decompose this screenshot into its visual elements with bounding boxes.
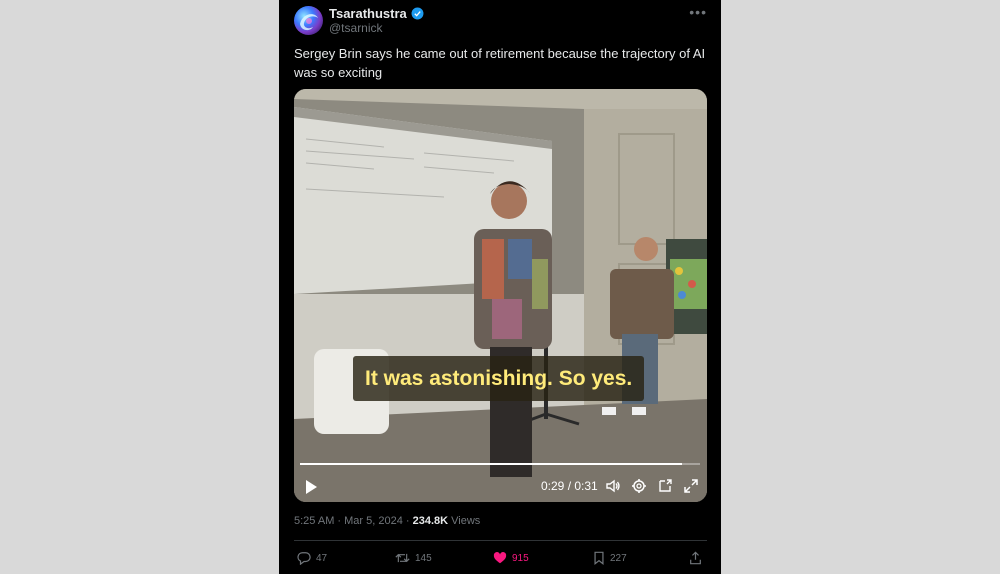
heart-icon <box>493 552 507 564</box>
share-icon <box>690 551 701 565</box>
meta-separator: · <box>402 515 413 527</box>
tweet-date[interactable]: Mar 5, 2024 <box>344 515 403 527</box>
bookmark-button[interactable]: 227 <box>593 551 627 565</box>
reply-button[interactable]: 47 <box>297 551 327 565</box>
author-display-name[interactable]: Tsarathustra <box>329 6 407 21</box>
volume-icon[interactable] <box>605 478 621 494</box>
views-count[interactable]: 234.8K <box>413 515 448 527</box>
fullscreen-icon[interactable] <box>683 478 699 494</box>
repost-count: 145 <box>415 552 432 564</box>
share-button[interactable] <box>689 551 702 565</box>
video-player[interactable]: It was astonishing. So yes. 0:29 / 0:31 <box>294 89 707 502</box>
repost-button[interactable]: 145 <box>395 551 432 565</box>
verified-badge-icon <box>411 7 424 20</box>
views-label: Views <box>448 515 481 527</box>
bookmark-count: 227 <box>610 552 627 564</box>
bookmark-icon <box>594 551 604 565</box>
video-progress-bar[interactable] <box>300 463 700 465</box>
author-name[interactable]: Tsarathustra <box>329 6 424 21</box>
reply-count: 47 <box>316 552 328 564</box>
tweet-card: Tsarathustra @tsarnick ••• Sergey Brin s… <box>279 0 721 574</box>
repost-icon <box>395 553 410 563</box>
video-time: 0:29 / 0:31 <box>541 479 598 493</box>
action-bar: 47 145 915 227 <box>297 551 707 567</box>
like-button[interactable]: 915 <box>493 551 529 565</box>
reply-icon <box>297 552 311 565</box>
tweet-meta: 5:25 AM · Mar 5, 2024 · 234.8K Views <box>294 515 480 527</box>
tweet-time[interactable]: 5:25 AM <box>294 515 334 527</box>
like-count: 915 <box>512 552 529 564</box>
video-frame <box>294 89 707 502</box>
video-progress-fill <box>300 463 682 465</box>
docking-pip-icon[interactable] <box>657 478 673 494</box>
settings-gear-icon[interactable] <box>631 478 647 494</box>
meta-separator: · <box>334 515 345 527</box>
avatar[interactable] <box>294 6 323 35</box>
play-icon[interactable] <box>304 479 318 495</box>
divider <box>294 540 707 541</box>
more-options-icon[interactable]: ••• <box>689 4 707 20</box>
tweet-text: Sergey Brin says he came out of retireme… <box>294 46 706 80</box>
author-handle[interactable]: @tsarnick <box>329 21 383 35</box>
video-caption: It was astonishing. So yes. <box>353 356 645 401</box>
